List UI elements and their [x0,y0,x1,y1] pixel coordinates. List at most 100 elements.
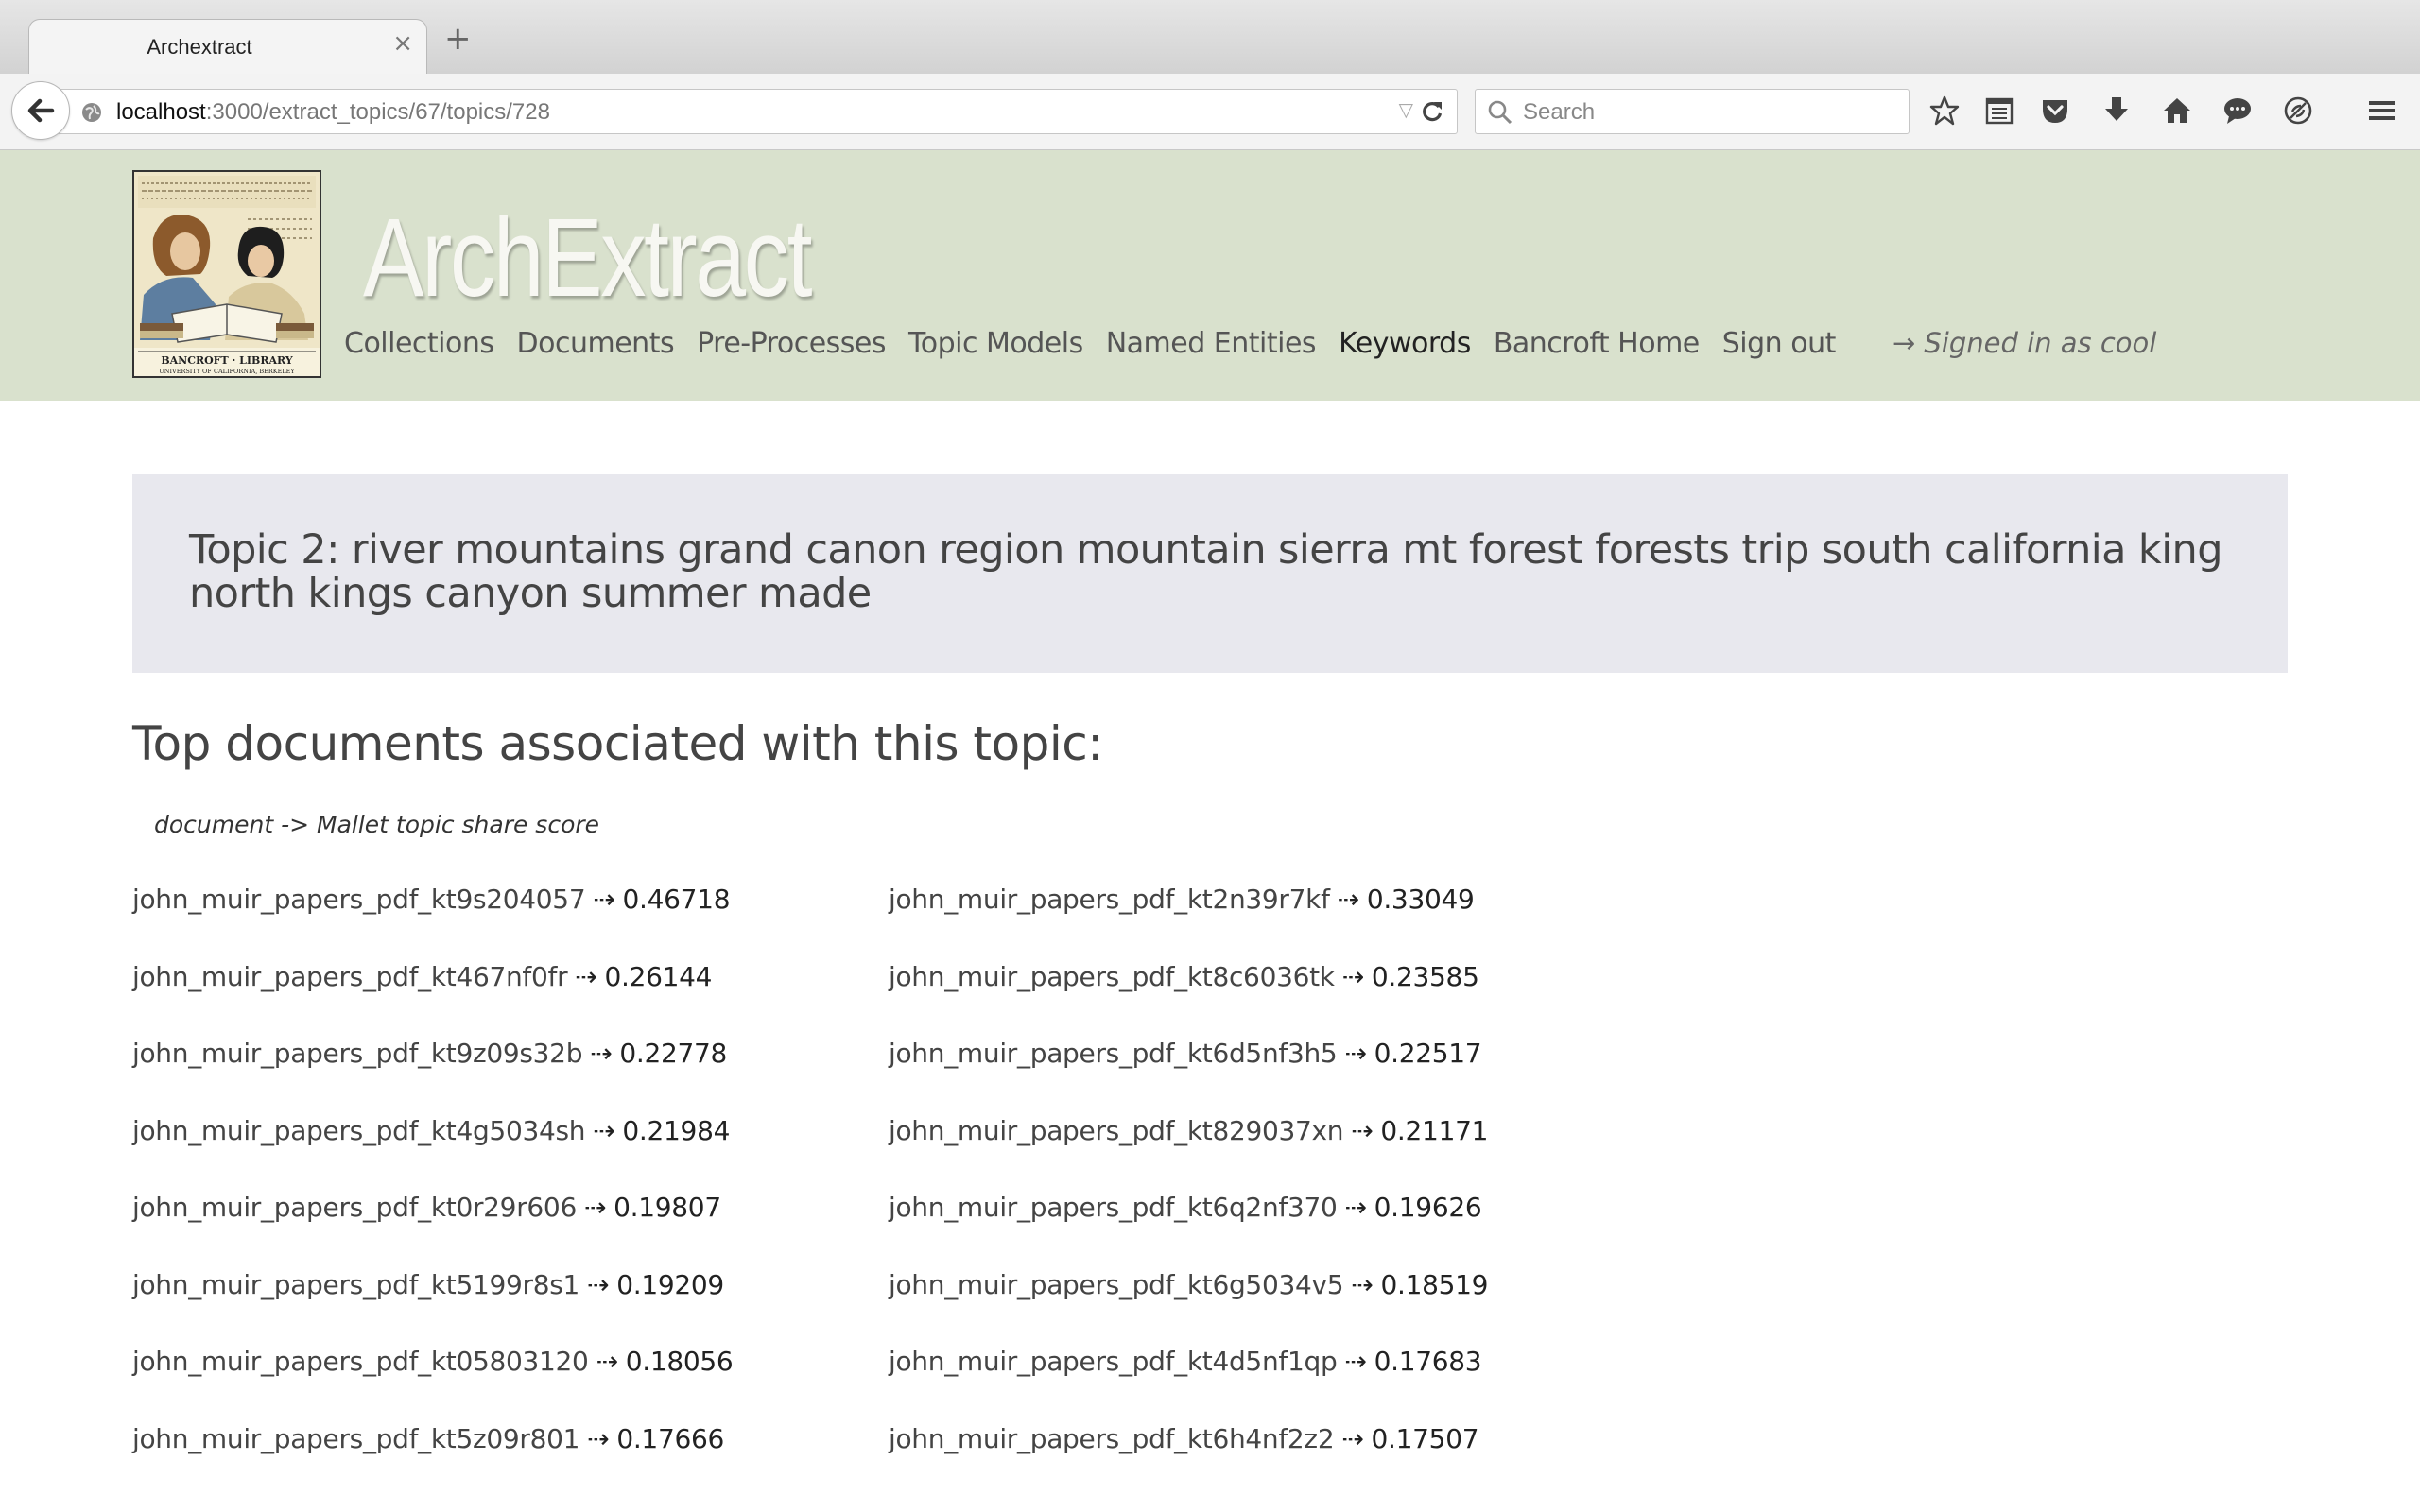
score-arrow: ⇢ [1344,1192,1367,1223]
topic-share-score: 0.18519 [1380,1268,1489,1300]
nav-pre-processes[interactable]: Pre-Processes [697,327,886,360]
topic-share-score: 0.23585 [1371,960,1479,992]
topic-share-score: 0.17683 [1374,1346,1482,1377]
new-tab-button[interactable]: + [444,23,472,55]
document-row: john_muir_papers_pdf_kt4g5034sh ⇢ 0.21984 [132,1115,730,1146]
document-row: john_muir_papers_pdf_kt4d5nf1qp ⇢ 0.17683 [889,1346,1482,1377]
topic-title: Topic 2: river mountains grand canon reg… [189,526,2222,617]
score-arrow: ⇢ [1344,1346,1367,1377]
main-nav: Collections Documents Pre-Processes Topi… [344,327,2156,360]
url-text[interactable]: localhost:3000/extract_topics/67/topics/… [116,99,550,126]
tab-close-icon[interactable]: × [392,29,413,58]
score-arrow: ⇢ [1341,960,1364,992]
document-row: john_muir_papers_pdf_kt9z09s32b ⇢ 0.22778 [132,1038,727,1069]
topic-share-score: 0.26144 [604,960,713,992]
score-arrow: ⇢ [587,1422,610,1454]
logo-illustration: BANCROFT · LIBRARY UNIVERSITY OF CALIFOR… [134,172,320,376]
reading-list-icon[interactable] [1983,94,2015,127]
document-row: john_muir_papers_pdf_kt2n39r7kf ⇢ 0.33049 [889,884,1475,915]
topic-share-score: 0.19807 [614,1192,721,1223]
browser-tab[interactable]: Archextract × [28,19,427,78]
document-link[interactable]: john_muir_papers_pdf_kt0r29r606 [132,1192,577,1223]
pocket-icon[interactable] [2039,94,2071,127]
menu-icon[interactable] [2366,94,2398,127]
topic-share-score: 0.21984 [622,1114,731,1146]
nav-sign-out[interactable]: Sign out [1722,327,1837,360]
document-link[interactable]: john_muir_papers_pdf_kt4g5034sh [132,1115,586,1146]
document-row: john_muir_papers_pdf_kt05803120 ⇢ 0.18056 [132,1346,734,1377]
score-legend: document -> Mallet topic share score [154,811,600,838]
search-bar[interactable]: Search [1475,89,1910,134]
nav-topic-models[interactable]: Topic Models [908,327,1083,360]
section-heading: Top documents associated with this topic… [132,716,1103,771]
score-arrow: ⇢ [1351,1114,1374,1146]
document-link[interactable]: john_muir_papers_pdf_kt6g5034v5 [889,1269,1344,1300]
bancroft-library-logo[interactable]: BANCROFT · LIBRARY UNIVERSITY OF CALIFOR… [132,170,321,378]
document-row: john_muir_papers_pdf_kt467nf0fr ⇢ 0.26144 [132,961,712,992]
back-arrow-icon [27,98,55,123]
chat-icon[interactable] [2221,94,2254,127]
score-arrow: ⇢ [593,1114,615,1146]
document-link[interactable]: john_muir_papers_pdf_kt6h4nf2z2 [889,1423,1335,1454]
document-row: john_muir_papers_pdf_kt5199r8s1 ⇢ 0.19209 [132,1269,724,1300]
document-row: john_muir_papers_pdf_kt0r29r606 ⇢ 0.19807 [132,1192,721,1223]
topic-share-score: 0.22517 [1374,1038,1482,1069]
svg-text:BANCROFT · LIBRARY: BANCROFT · LIBRARY [161,354,293,367]
topic-share-score: 0.19626 [1374,1192,1482,1223]
score-arrow: ⇢ [1344,1038,1367,1069]
document-link[interactable]: john_muir_papers_pdf_kt829037xn [889,1115,1344,1146]
nav-named-entities[interactable]: Named Entities [1106,327,1317,360]
document-link[interactable]: john_muir_papers_pdf_kt05803120 [132,1346,589,1377]
topic-share-score: 0.17666 [616,1422,724,1454]
download-icon[interactable] [2100,94,2133,127]
document-row: john_muir_papers_pdf_kt5z09r801 ⇢ 0.17666 [132,1423,724,1454]
document-row: john_muir_papers_pdf_kt6g5034v5 ⇢ 0.18519 [889,1269,1488,1300]
document-row: john_muir_papers_pdf_kt9s204057 ⇢ 0.46718 [132,884,731,915]
signed-in-status: → Signed in as cool [1892,327,2157,359]
document-link[interactable]: john_muir_papers_pdf_kt2n39r7kf [889,884,1330,915]
document-link[interactable]: john_muir_papers_pdf_kt467nf0fr [132,961,568,992]
nav-collections[interactable]: Collections [344,327,494,360]
topic-share-score: 0.33049 [1366,884,1475,915]
document-link[interactable]: john_muir_papers_pdf_kt4d5nf1qp [889,1346,1338,1377]
score-arrow: ⇢ [583,1192,607,1223]
reload-icon[interactable] [1419,98,1445,125]
score-arrow: ⇢ [1337,884,1359,915]
score-arrow: ⇢ [587,1268,610,1300]
document-link[interactable]: john_muir_papers_pdf_kt6d5nf3h5 [889,1038,1338,1069]
star-icon[interactable] [1928,94,1961,127]
topic-share-score: 0.22778 [619,1038,728,1069]
score-arrow: ⇢ [593,884,615,915]
browser-navbar: localhost:3000/extract_topics/67/topics/… [0,74,2420,150]
topic-banner: Topic 2: river mountains grand canon reg… [132,474,2288,673]
score-arrow: ⇢ [575,960,597,992]
toolbar-separator [2359,91,2360,130]
document-link[interactable]: john_muir_papers_pdf_kt9z09s32b [132,1038,582,1069]
topic-share-score: 0.18056 [625,1346,734,1377]
topic-share-score: 0.46718 [622,884,731,915]
nav-keywords[interactable]: Keywords [1339,327,1471,360]
extension-icon[interactable] [2282,94,2314,127]
document-link[interactable]: john_muir_papers_pdf_kt5199r8s1 [132,1269,579,1300]
topic-share-score: 0.17507 [1371,1422,1479,1454]
document-row: john_muir_papers_pdf_kt6q2nf370 ⇢ 0.19626 [889,1192,1482,1223]
home-icon[interactable] [2161,94,2193,127]
nav-bancroft-home[interactable]: Bancroft Home [1494,327,1700,360]
back-button[interactable] [11,81,70,140]
url-bar[interactable]: localhost:3000/extract_topics/67/topics/… [57,89,1458,134]
nav-documents[interactable]: Documents [517,327,675,360]
svg-text:UNIVERSITY OF CALIFORNIA, BERK: UNIVERSITY OF CALIFORNIA, BERKELEY [159,368,295,375]
document-link[interactable]: john_muir_papers_pdf_kt9s204057 [132,884,586,915]
score-arrow: ⇢ [590,1038,613,1069]
document-link[interactable]: john_muir_papers_pdf_kt6q2nf370 [889,1192,1338,1223]
browser-tabstrip: Archextract × + [0,0,2420,78]
url-dropdown-icon[interactable]: ▽ [1399,98,1413,121]
topic-share-score: 0.19209 [616,1268,724,1300]
document-row: john_muir_papers_pdf_kt6d5nf3h5 ⇢ 0.22517 [889,1038,1482,1069]
document-link[interactable]: john_muir_papers_pdf_kt8c6036tk [889,961,1335,992]
search-placeholder: Search [1523,99,1596,125]
site-brand[interactable]: ArchExtract [363,194,812,322]
document-link[interactable]: john_muir_papers_pdf_kt5z09r801 [132,1423,579,1454]
search-icon [1488,100,1512,125]
document-row: john_muir_papers_pdf_kt8c6036tk ⇢ 0.23585 [889,961,1479,992]
